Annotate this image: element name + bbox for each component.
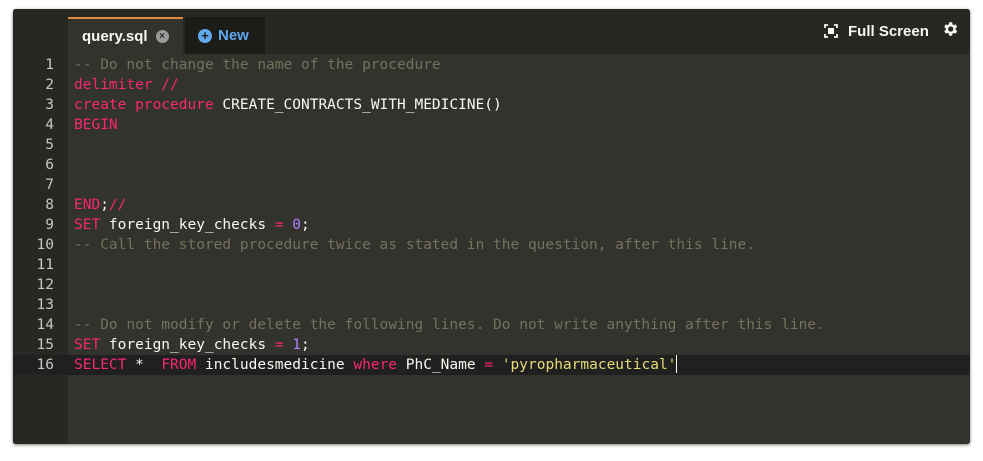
plus-circle-icon: + bbox=[198, 28, 212, 43]
line-number: 7 bbox=[45, 177, 54, 193]
code-line[interactable]: 16 SELECT * FROM includesmedicine where P… bbox=[13, 355, 970, 375]
code-line[interactable]: 15 SET foreign_key_checks = 1; bbox=[13, 335, 970, 355]
code-token: 1 bbox=[292, 337, 302, 353]
code-line[interactable]: 3 create procedure CREATE_CONTRACTS_WITH_… bbox=[13, 95, 970, 115]
line-number: 12 bbox=[36, 277, 54, 293]
code-token: SET bbox=[74, 337, 101, 353]
line-number: 3 bbox=[45, 97, 54, 113]
code-token: = bbox=[484, 357, 494, 373]
code-line[interactable]: 7 bbox=[13, 175, 970, 195]
fullscreen-label: Full Screen bbox=[848, 22, 929, 40]
code-content: create procedure CREATE_CONTRACTS_WITH_M… bbox=[74, 95, 502, 115]
code-content: SELECT * FROM includesmedicine where PhC… bbox=[74, 355, 678, 375]
code-token: CREATE_CONTRACTS_WITH_MEDICINE() bbox=[213, 97, 502, 113]
code-token: PhC_Name bbox=[397, 357, 485, 373]
text-cursor bbox=[676, 355, 678, 373]
line-number: 15 bbox=[36, 337, 54, 353]
code-token: BEGIN bbox=[74, 117, 118, 133]
code-line[interactable]: 6 bbox=[13, 155, 970, 175]
line-number: 6 bbox=[45, 157, 54, 173]
code-content: SET foreign_key_checks = 1; bbox=[74, 335, 310, 355]
code-content: BEGIN bbox=[74, 115, 118, 135]
code-content: SET foreign_key_checks = 0; bbox=[74, 215, 310, 235]
tab-label: query.sql bbox=[82, 28, 148, 45]
line-number: 10 bbox=[36, 237, 54, 253]
code-line[interactable]: 4 BEGIN bbox=[13, 115, 970, 135]
code-token: = bbox=[274, 337, 284, 353]
line-number: 8 bbox=[45, 197, 54, 213]
line-number: 4 bbox=[45, 117, 54, 133]
line-number: 14 bbox=[36, 317, 54, 333]
line-number: 5 bbox=[45, 137, 54, 153]
fullscreen-icon bbox=[824, 24, 838, 38]
code-content: delimiter // bbox=[74, 75, 179, 95]
new-tab-button[interactable]: + New bbox=[185, 17, 265, 54]
line-number: 9 bbox=[45, 217, 54, 233]
code-token: = bbox=[274, 217, 284, 233]
gear-icon[interactable] bbox=[941, 20, 959, 38]
code-token: -- Do not modify or delete the following… bbox=[74, 317, 825, 333]
code-token: FROM bbox=[161, 357, 197, 373]
code-token: create procedure bbox=[74, 97, 214, 113]
code-token: 0 bbox=[292, 217, 302, 233]
code-token: -- Call the stored procedure twice as st… bbox=[74, 237, 755, 253]
code-line[interactable]: 9 SET foreign_key_checks = 0; bbox=[13, 215, 970, 235]
fullscreen-button[interactable]: Full Screen bbox=[824, 21, 929, 41]
code-token: foreign_key_checks bbox=[100, 217, 275, 233]
code-token: ; bbox=[301, 217, 310, 233]
code-content: -- Do not modify or delete the following… bbox=[74, 315, 825, 335]
tab-query-sql[interactable]: query.sql × bbox=[68, 17, 183, 54]
code-line[interactable]: 5 bbox=[13, 135, 970, 155]
code-token: includesmedicine bbox=[196, 357, 354, 373]
code-line[interactable]: 10 -- Call the stored procedure twice as … bbox=[13, 235, 970, 255]
editor-toolbar: query.sql × + New Full Screen bbox=[13, 9, 970, 54]
code-content: END;// bbox=[74, 195, 126, 215]
code-token: * bbox=[126, 357, 162, 373]
code-token: -- Do not change the name of the procedu… bbox=[74, 57, 441, 73]
code-token: delimiter // bbox=[74, 77, 179, 93]
code-line[interactable]: 1 -- Do not change the name of the proced… bbox=[13, 55, 970, 75]
code-token: END bbox=[74, 197, 101, 213]
line-number: 16 bbox=[36, 357, 54, 373]
code-token: SELECT bbox=[74, 357, 127, 373]
code-line[interactable]: 12 bbox=[13, 275, 970, 295]
code-editor: query.sql × + New Full Screen 1 -- Do not… bbox=[13, 9, 970, 444]
code-token: 'pyropharmaceutical' bbox=[501, 357, 677, 373]
close-icon[interactable]: × bbox=[155, 30, 169, 43]
code-token: SET bbox=[74, 217, 101, 233]
new-tab-label: New bbox=[218, 27, 249, 44]
code-line[interactable]: 2 delimiter // bbox=[13, 75, 970, 95]
code-token: foreign_key_checks bbox=[100, 337, 275, 353]
line-number: 2 bbox=[45, 77, 54, 93]
code-token: ; bbox=[100, 197, 109, 213]
code-line[interactable]: 13 bbox=[13, 295, 970, 315]
line-number: 11 bbox=[36, 257, 54, 273]
code-line[interactable]: 11 bbox=[13, 255, 970, 275]
code-line[interactable]: 8 END;// bbox=[13, 195, 970, 215]
code-token: where bbox=[353, 357, 398, 373]
line-number: 1 bbox=[45, 57, 54, 73]
code-token: // bbox=[108, 197, 127, 213]
code-content: -- Call the stored procedure twice as st… bbox=[74, 235, 755, 255]
line-number: 13 bbox=[36, 297, 54, 313]
code-line[interactable]: 14 -- Do not modify or delete the followi… bbox=[13, 315, 970, 335]
code-content: -- Do not change the name of the procedu… bbox=[74, 55, 441, 75]
code-token: ; bbox=[301, 337, 310, 353]
